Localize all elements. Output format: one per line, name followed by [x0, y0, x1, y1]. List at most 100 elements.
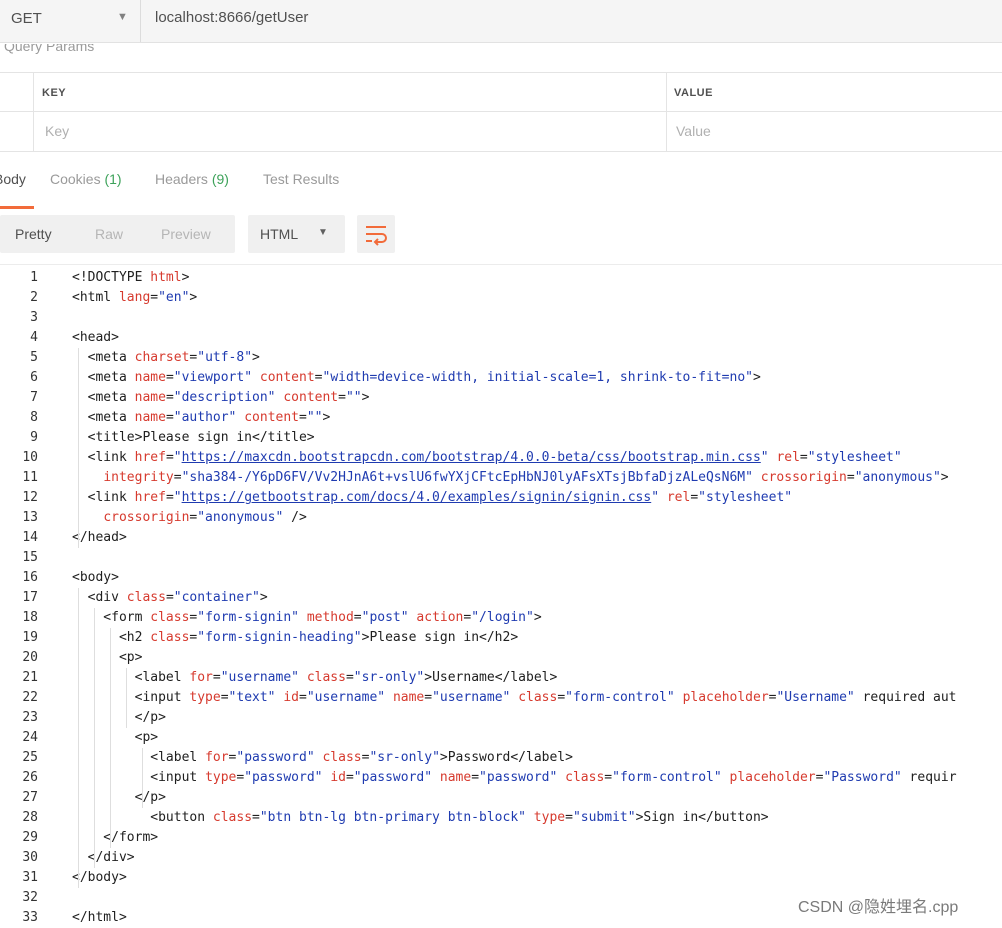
code-text: <link href="https://getbootstrap.com/doc… — [72, 490, 793, 505]
chevron-down-icon: ▼ — [318, 227, 328, 238]
line-number: 6 — [30, 370, 38, 385]
code-text: <label for="password" class="sr-only">Pa… — [72, 750, 573, 765]
request-url-bar: GET ▼ localhost:8666/getUser — [0, 0, 1002, 43]
url-input[interactable]: localhost:8666/getUser — [155, 9, 308, 26]
table-divider — [666, 73, 667, 151]
tab-body[interactable]: Body — [0, 171, 26, 187]
headers-count: (9) — [211, 171, 229, 187]
tab-test-results[interactable]: Test Results — [263, 171, 339, 187]
line-number: 14 — [22, 530, 38, 545]
pretty-button[interactable]: Pretty — [15, 226, 52, 242]
code-text: <meta name="description" content=""> — [72, 390, 370, 405]
line-number: 23 — [22, 710, 38, 725]
cookies-count: (1) — [104, 171, 122, 187]
code-line: 23 </p> — [0, 708, 1002, 728]
code-text: </html> — [72, 910, 127, 925]
line-number: 30 — [22, 850, 38, 865]
line-number: 5 — [30, 350, 38, 365]
code-line: 15 — [0, 548, 1002, 568]
code-line: 6 <meta name="viewport" content="width=d… — [0, 368, 1002, 388]
raw-button[interactable]: Raw — [95, 226, 123, 242]
code-text: <link href="https://maxcdn.bootstrapcdn.… — [72, 450, 902, 465]
params-table: KEY VALUE Key Value — [0, 72, 1002, 152]
indent-guide — [126, 668, 127, 728]
code-line: 31 </body> — [0, 868, 1002, 888]
response-tabs: Body Cookies (1) Headers (9) Test Result… — [0, 164, 1002, 194]
code-line: 21 <label for="username" class="sr-only"… — [0, 668, 1002, 688]
code-text: <p> — [72, 730, 159, 745]
code-line: 7 <meta name="description" content=""> — [0, 388, 1002, 408]
line-number: 26 — [22, 770, 38, 785]
line-number: 7 — [30, 390, 38, 405]
code-line: 12 <link href="https://getbootstrap.com/… — [0, 488, 1002, 508]
code-line: 16 <body> — [0, 568, 1002, 588]
tab-headers[interactable]: Headers (9) — [155, 171, 229, 187]
code-line: 13 crossorigin="anonymous" /> — [0, 508, 1002, 528]
response-body-editor[interactable]: 1 <!DOCTYPE html> 2 <html lang="en"> 3 4 <head… — [0, 264, 1002, 925]
language-label: HTML — [260, 226, 299, 242]
tab-cookies[interactable]: Cookies (1) — [50, 171, 122, 187]
line-number: 15 — [22, 550, 38, 565]
code-text: <p> — [72, 650, 143, 665]
line-number: 27 — [22, 790, 38, 805]
code-line: 1 <!DOCTYPE html> — [0, 268, 1002, 288]
watermark: CSDN @隐姓埋名.cpp — [798, 899, 959, 916]
code-text: <!DOCTYPE html> — [72, 270, 190, 285]
table-divider — [33, 73, 34, 151]
line-number: 18 — [22, 610, 38, 625]
indent-guide — [78, 588, 79, 888]
code-text: integrity="sha384-/Y6pD6FV/Vv2HJnA6t+vsl… — [103, 470, 949, 485]
line-number: 22 — [22, 690, 38, 705]
wrap-lines-icon — [366, 226, 387, 246]
indent-guide — [110, 628, 111, 848]
key-input[interactable]: Key — [45, 123, 69, 139]
active-tab-indicator — [0, 206, 34, 209]
line-number: 28 — [22, 810, 38, 825]
code-line: 9 <title>Please sign in</title> — [0, 428, 1002, 448]
method-label: GET — [11, 10, 42, 27]
code-text: </p> — [72, 790, 166, 805]
code-text: <label for="username" class="sr-only">Us… — [72, 670, 558, 685]
code-text: </div> — [72, 850, 135, 865]
line-number: 12 — [22, 490, 38, 505]
code-line: 2 <html lang="en"> — [0, 288, 1002, 308]
code-text: <form class="form-signin" method="post" … — [72, 610, 542, 625]
key-column-header: KEY — [42, 87, 67, 99]
tab-test-results-label: Test Results — [263, 171, 340, 187]
line-number: 10 — [22, 450, 38, 465]
code-line: 26 <input type="password" id="password" … — [0, 768, 1002, 788]
code-text: </body> — [72, 870, 127, 885]
wrap-lines-button[interactable] — [357, 215, 395, 253]
indent-guide — [78, 348, 79, 548]
tab-body-label: Body — [0, 171, 26, 187]
code-line: 25 <label for="password" class="sr-only"… — [0, 748, 1002, 768]
code-text: <input type="password" id="password" nam… — [72, 770, 957, 785]
format-button-group: Pretty Raw Preview — [0, 215, 235, 253]
language-select[interactable]: HTML ▼ — [248, 215, 345, 253]
code-line: 22 <input type="text" id="username" name… — [0, 688, 1002, 708]
code-line: 24 <p> — [0, 728, 1002, 748]
line-number: 24 — [22, 730, 38, 745]
code-line: 8 <meta name="author" content=""> — [0, 408, 1002, 428]
line-number: 13 — [22, 510, 38, 525]
code-line: 17 <div class="container"> — [0, 588, 1002, 608]
line-number: 2 — [30, 290, 38, 305]
code-line: 14 </head> — [0, 528, 1002, 548]
params-header-row — [0, 73, 1002, 112]
code-line: 29 </form> — [0, 828, 1002, 848]
line-number: 29 — [22, 830, 38, 845]
line-number: 16 — [22, 570, 38, 585]
value-input[interactable]: Value — [676, 123, 711, 139]
preview-button[interactable]: Preview — [161, 226, 211, 242]
method-select[interactable]: GET ▼ — [0, 0, 141, 42]
code-line: 10 <link href="https://maxcdn.bootstrapc… — [0, 448, 1002, 468]
code-line: 28 <button class="btn btn-lg btn-primary… — [0, 808, 1002, 828]
code-text: <button class="btn btn-lg btn-primary bt… — [72, 810, 769, 825]
code-text: <input type="text" id="username" name="u… — [72, 690, 957, 705]
code-text: </form> — [72, 830, 159, 845]
line-number: 11 — [22, 470, 38, 485]
code-text: <body> — [72, 570, 119, 585]
code-line: 20 <p> — [0, 648, 1002, 668]
value-column-header: VALUE — [674, 87, 713, 99]
line-number: 4 — [30, 330, 38, 345]
